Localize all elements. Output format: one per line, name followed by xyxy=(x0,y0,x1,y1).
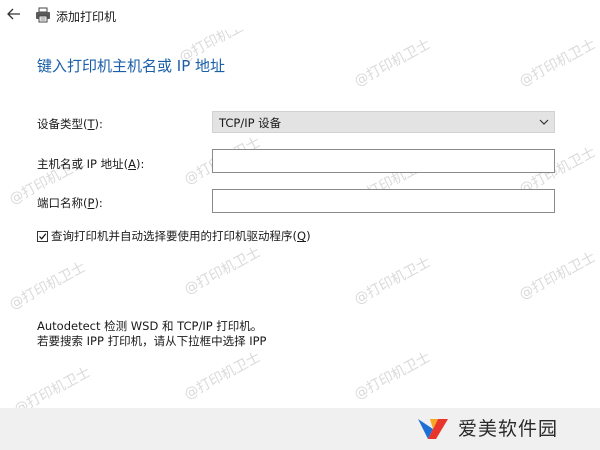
brand-badge: 爱美软件园 xyxy=(416,409,558,445)
brand-name: 爱美软件园 xyxy=(458,417,559,440)
title-bar: 添加打印机 xyxy=(0,0,600,30)
watermark-text: @打印机卫士 xyxy=(6,259,89,313)
chevron-down-icon xyxy=(539,119,549,125)
auto-select-driver-label: 查询打印机并自动选择要使用的打印机驱动程序(Q) xyxy=(51,229,311,243)
watermark-text: @打印机卫士 xyxy=(181,244,264,298)
watermark-text: @打印机卫士 xyxy=(351,254,434,308)
printer-icon xyxy=(36,7,50,23)
device-type-label-text: 设备类型 xyxy=(37,117,83,131)
hostname-mnemonic: A xyxy=(128,157,137,171)
back-button[interactable] xyxy=(6,6,22,22)
port-name-input[interactable] xyxy=(212,189,555,213)
device-type-mnemonic: T xyxy=(87,117,95,131)
device-type-value: TCP/IP 设备 xyxy=(219,116,282,130)
device-type-label: 设备类型(T): xyxy=(37,117,103,131)
info-text-line-2: 若要搜索 IPP 打印机，请从下拉框中选择 IPP xyxy=(37,334,267,348)
page-heading: 键入打印机主机名或 IP 地址 xyxy=(37,57,226,75)
device-type-select[interactable]: TCP/IP 设备 xyxy=(212,111,555,133)
hostname-label-text: 主机名或 IP 地址 xyxy=(37,157,124,171)
brand-logo-icon xyxy=(418,419,448,439)
port-name-label-text: 端口名称 xyxy=(37,196,83,210)
arrow-left-icon xyxy=(7,8,20,20)
port-name-mnemonic: P xyxy=(87,196,95,210)
watermark-text: @打印机卫士 xyxy=(351,349,434,403)
watermark-text: @打印机卫士 xyxy=(516,249,599,303)
watermark-text: @打印机卫士 xyxy=(351,36,434,90)
auto-select-driver-label-text: 查询打印机并自动选择要使用的打印机驱动程序 xyxy=(51,229,293,243)
info-text-line-1: Autodetect 检测 WSD 和 TCP/IP 打印机。 xyxy=(37,319,263,333)
checkbox-box[interactable] xyxy=(37,230,48,242)
window-title: 添加打印机 xyxy=(56,10,117,24)
checkmark-icon xyxy=(39,232,47,240)
watermark-text: @打印机卫士 xyxy=(181,349,264,403)
auto-select-driver-checkbox[interactable]: 查询打印机并自动选择要使用的打印机驱动程序(Q) xyxy=(37,229,311,243)
auto-select-mnemonic: Q xyxy=(297,229,307,243)
hostname-input[interactable] xyxy=(212,149,555,173)
watermark-text: @打印机卫士 xyxy=(516,36,599,90)
port-name-label: 端口名称(P): xyxy=(37,196,103,210)
hostname-label: 主机名或 IP 地址(A): xyxy=(37,157,145,171)
